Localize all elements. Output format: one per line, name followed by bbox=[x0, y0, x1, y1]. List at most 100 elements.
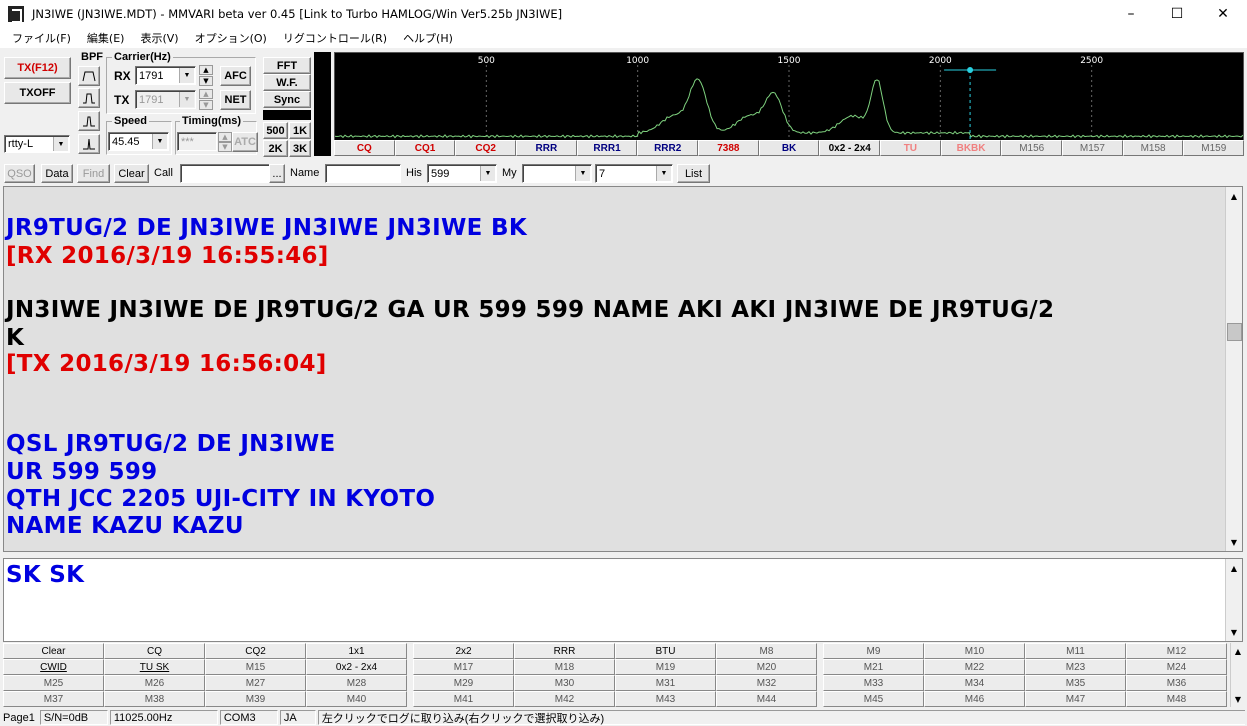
macro-button[interactable]: BTU bbox=[615, 643, 716, 659]
chevron-down-icon[interactable]: ▼ bbox=[179, 92, 194, 107]
macro-button[interactable]: RRR bbox=[514, 643, 615, 659]
maximize-button[interactable]: ☐ bbox=[1154, 0, 1200, 28]
rx-up-arrow-icon[interactable]: ▲ bbox=[199, 65, 213, 75]
fft-button[interactable]: FFT bbox=[263, 57, 311, 74]
macro-button[interactable]: M24 bbox=[1126, 659, 1227, 675]
macro-button[interactable]: M17 bbox=[413, 659, 514, 675]
macro-button[interactable]: M18 bbox=[514, 659, 615, 675]
band-select[interactable]: 7 ▼ bbox=[595, 164, 673, 183]
tx-frequency-input[interactable]: 1791 ▼ bbox=[135, 90, 196, 109]
span-2k-button[interactable]: 2K bbox=[263, 140, 288, 157]
macro-bar-button[interactable]: BK bbox=[758, 140, 820, 156]
spectrum-display[interactable]: 500 1000 1500 2000 2500 bbox=[334, 52, 1244, 142]
macro-bar-button[interactable]: RRR bbox=[516, 140, 577, 156]
rx-marker-dot[interactable] bbox=[967, 67, 974, 73]
menu-edit[interactable]: 編集(E) bbox=[79, 30, 133, 46]
macro-button[interactable]: M8 bbox=[716, 643, 817, 659]
macro-bar-button[interactable]: RRR2 bbox=[637, 140, 699, 156]
macro-bar-button[interactable]: BKBK bbox=[940, 140, 1002, 156]
timing-up-arrow-icon[interactable]: ▲ bbox=[218, 132, 232, 142]
macro-button[interactable]: M33 bbox=[823, 675, 924, 691]
scroll-thumb[interactable] bbox=[1227, 323, 1242, 341]
data-button[interactable]: Data bbox=[41, 164, 73, 183]
macro-button[interactable]: M47 bbox=[1025, 691, 1126, 707]
macro-button[interactable]: M36 bbox=[1126, 675, 1227, 691]
rx-scrollbar[interactable]: ▲ ▼ bbox=[1225, 187, 1242, 551]
macro-button[interactable]: Clear bbox=[3, 643, 104, 659]
close-button[interactable]: ✕ bbox=[1200, 0, 1246, 28]
macro-bar-button[interactable]: 0x2 - 2x4 bbox=[819, 140, 881, 156]
chevron-down-icon[interactable]: ▼ bbox=[480, 166, 495, 181]
menu-options[interactable]: オプション(O) bbox=[187, 30, 275, 46]
find-button[interactable]: Find bbox=[77, 164, 110, 183]
spectrum-svg[interactable]: 500 1000 1500 2000 2500 bbox=[334, 53, 1244, 141]
macro-button[interactable]: M38 bbox=[104, 691, 205, 707]
macro-button[interactable]: M41 bbox=[413, 691, 514, 707]
call-lookup-button[interactable]: ... bbox=[269, 164, 285, 183]
macro-button[interactable]: M22 bbox=[924, 659, 1025, 675]
macro-button[interactable]: M12 bbox=[1126, 643, 1227, 659]
macro-bar-button[interactable]: 7388 bbox=[698, 140, 759, 156]
my-report-select[interactable]: ▼ bbox=[522, 164, 592, 183]
macro-button[interactable]: CQ bbox=[104, 643, 205, 659]
macro-button[interactable]: M31 bbox=[615, 675, 716, 691]
chevron-down-icon[interactable]: ▼ bbox=[53, 137, 68, 151]
bpf-narrow-button[interactable] bbox=[78, 111, 100, 131]
chevron-down-icon[interactable]: ▼ bbox=[656, 166, 671, 181]
macro-button[interactable]: M9 bbox=[823, 643, 924, 659]
timing-input[interactable]: *** bbox=[177, 132, 217, 151]
macro-bar-button[interactable]: M156 bbox=[1001, 140, 1063, 156]
macro-button[interactable]: M19 bbox=[615, 659, 716, 675]
tx-button[interactable]: TX(F12) bbox=[4, 57, 71, 79]
menu-view[interactable]: 表示(V) bbox=[132, 30, 186, 46]
transmit-text-window[interactable]: SK SK ▲ ▼ bbox=[3, 558, 1243, 642]
scroll-up-arrow-icon[interactable]: ▲ bbox=[1226, 188, 1242, 204]
scroll-down-arrow-icon[interactable]: ▼ bbox=[1231, 691, 1245, 707]
sync-button[interactable]: Sync bbox=[263, 91, 311, 108]
name-input[interactable] bbox=[325, 164, 401, 183]
clear-button[interactable]: Clear bbox=[114, 164, 149, 183]
chevron-down-icon[interactable]: ▼ bbox=[575, 166, 590, 181]
macro-button[interactable]: M34 bbox=[924, 675, 1025, 691]
qso-button[interactable]: QSO bbox=[4, 164, 35, 183]
macro-button[interactable]: M10 bbox=[924, 643, 1025, 659]
list-button[interactable]: List bbox=[677, 164, 710, 183]
macro-bar-button[interactable]: TU bbox=[880, 140, 941, 156]
macro-button[interactable]: CQ2 bbox=[205, 643, 306, 659]
macro-button[interactable]: M46 bbox=[924, 691, 1025, 707]
macro-button[interactable]: M27 bbox=[205, 675, 306, 691]
macro-button[interactable]: M45 bbox=[823, 691, 924, 707]
txoff-button[interactable]: TXOFF bbox=[4, 82, 71, 104]
tx-down-arrow-icon[interactable]: ▼ bbox=[199, 100, 213, 110]
scroll-up-arrow-icon[interactable]: ▲ bbox=[1231, 643, 1245, 659]
macro-button[interactable]: M32 bbox=[716, 675, 817, 691]
scroll-up-arrow-icon[interactable]: ▲ bbox=[1226, 560, 1242, 576]
tx-scrollbar[interactable]: ▲ ▼ bbox=[1225, 559, 1242, 641]
atc-button[interactable]: ATC bbox=[232, 132, 258, 152]
receive-text-window[interactable]: JR9TUG/2 DE JN3IWE JN3IWE JN3IWE BK [RX … bbox=[3, 186, 1243, 552]
mode-select[interactable]: rtty-L ▼ bbox=[4, 135, 70, 153]
macro-bar-button[interactable]: M158 bbox=[1122, 140, 1184, 156]
macro-button[interactable]: M39 bbox=[205, 691, 306, 707]
macro-bar-button[interactable]: CQ bbox=[334, 140, 395, 156]
macro-button[interactable]: 1x1 bbox=[306, 643, 407, 659]
macro-button[interactable]: M11 bbox=[1025, 643, 1126, 659]
span-500-button[interactable]: 500 bbox=[263, 122, 288, 139]
rx-down-arrow-icon[interactable]: ▼ bbox=[199, 76, 213, 86]
macro-button[interactable]: M25 bbox=[3, 675, 104, 691]
net-button[interactable]: NET bbox=[220, 90, 251, 110]
macro-button[interactable]: M21 bbox=[823, 659, 924, 675]
macro-scrollbar[interactable]: ▲ ▼ bbox=[1230, 643, 1244, 707]
tx-up-arrow-icon[interactable]: ▲ bbox=[199, 89, 213, 99]
speed-select[interactable]: 45.45 ▼ bbox=[108, 132, 169, 151]
scroll-down-arrow-icon[interactable]: ▼ bbox=[1226, 624, 1242, 640]
chevron-down-icon[interactable]: ▼ bbox=[179, 68, 194, 83]
rx-frequency-input[interactable]: 1791 ▼ bbox=[135, 66, 196, 85]
afc-button[interactable]: AFC bbox=[220, 66, 251, 86]
macro-bar-button[interactable]: RRR1 bbox=[576, 140, 638, 156]
macro-button[interactable]: 2x2 bbox=[413, 643, 514, 659]
macro-button[interactable]: M26 bbox=[104, 675, 205, 691]
macro-button[interactable]: CWID bbox=[3, 659, 104, 675]
bpf-sharp-button[interactable] bbox=[78, 134, 100, 154]
macro-button[interactable]: M43 bbox=[615, 691, 716, 707]
